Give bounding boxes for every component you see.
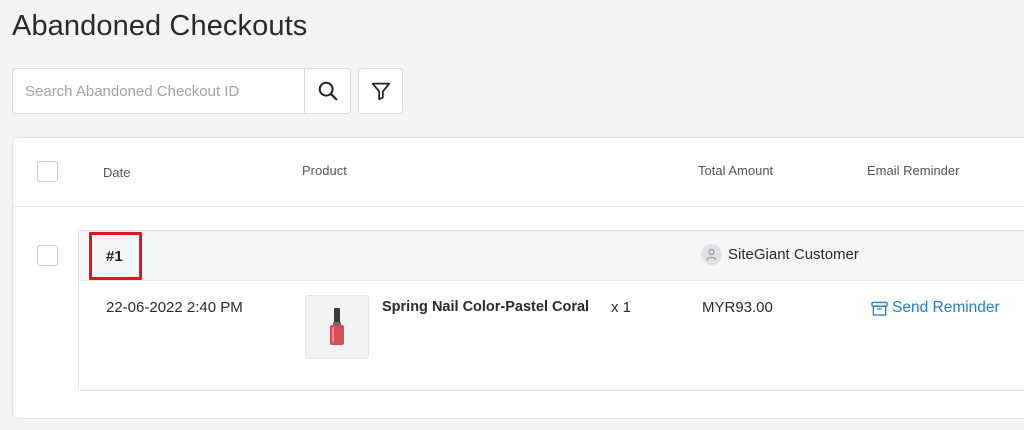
filter-button[interactable]	[358, 68, 403, 114]
customer-info: SiteGiant Customer	[701, 244, 859, 265]
send-reminder-label: Send Reminder	[892, 299, 1000, 316]
nail-polish-image	[330, 308, 344, 345]
product-quantity: x 1	[611, 299, 632, 316]
search-icon	[318, 81, 337, 101]
product-name[interactable]: Spring Nail Color-Pastel Coral	[382, 299, 589, 315]
total-amount: MYR93.00	[702, 299, 773, 316]
row-checkbox[interactable]	[37, 245, 58, 266]
table-row: #1 SiteGiant Customer 22-06-2022 2:40 PM	[78, 230, 1024, 391]
product-thumbnail	[305, 295, 369, 359]
order-id-highlight	[89, 232, 142, 280]
customer-name: SiteGiant Customer	[728, 246, 859, 263]
search-button[interactable]	[304, 69, 350, 113]
table-header: Date Product Total Amount Email Reminder	[13, 138, 1024, 207]
select-all-checkbox[interactable]	[37, 161, 58, 182]
column-product: Product	[302, 163, 347, 178]
send-reminder-button[interactable]: Send Reminder	[871, 299, 1000, 317]
filter-icon	[371, 82, 390, 101]
column-total-amount: Total Amount	[698, 163, 774, 178]
search-input[interactable]	[13, 69, 304, 113]
column-date: Date	[103, 165, 131, 180]
archive-box-icon	[871, 301, 888, 316]
column-email-reminder: Email Reminder	[867, 163, 960, 178]
page-title: Abandoned Checkouts	[12, 10, 308, 42]
order-date: 22-06-2022 2:40 PM	[106, 299, 243, 316]
user-icon	[701, 244, 722, 265]
order-header: #1 SiteGiant Customer	[79, 231, 1024, 281]
search-box	[12, 68, 351, 114]
checkouts-table: Date Product Total Amount Email Reminder…	[12, 137, 1024, 419]
